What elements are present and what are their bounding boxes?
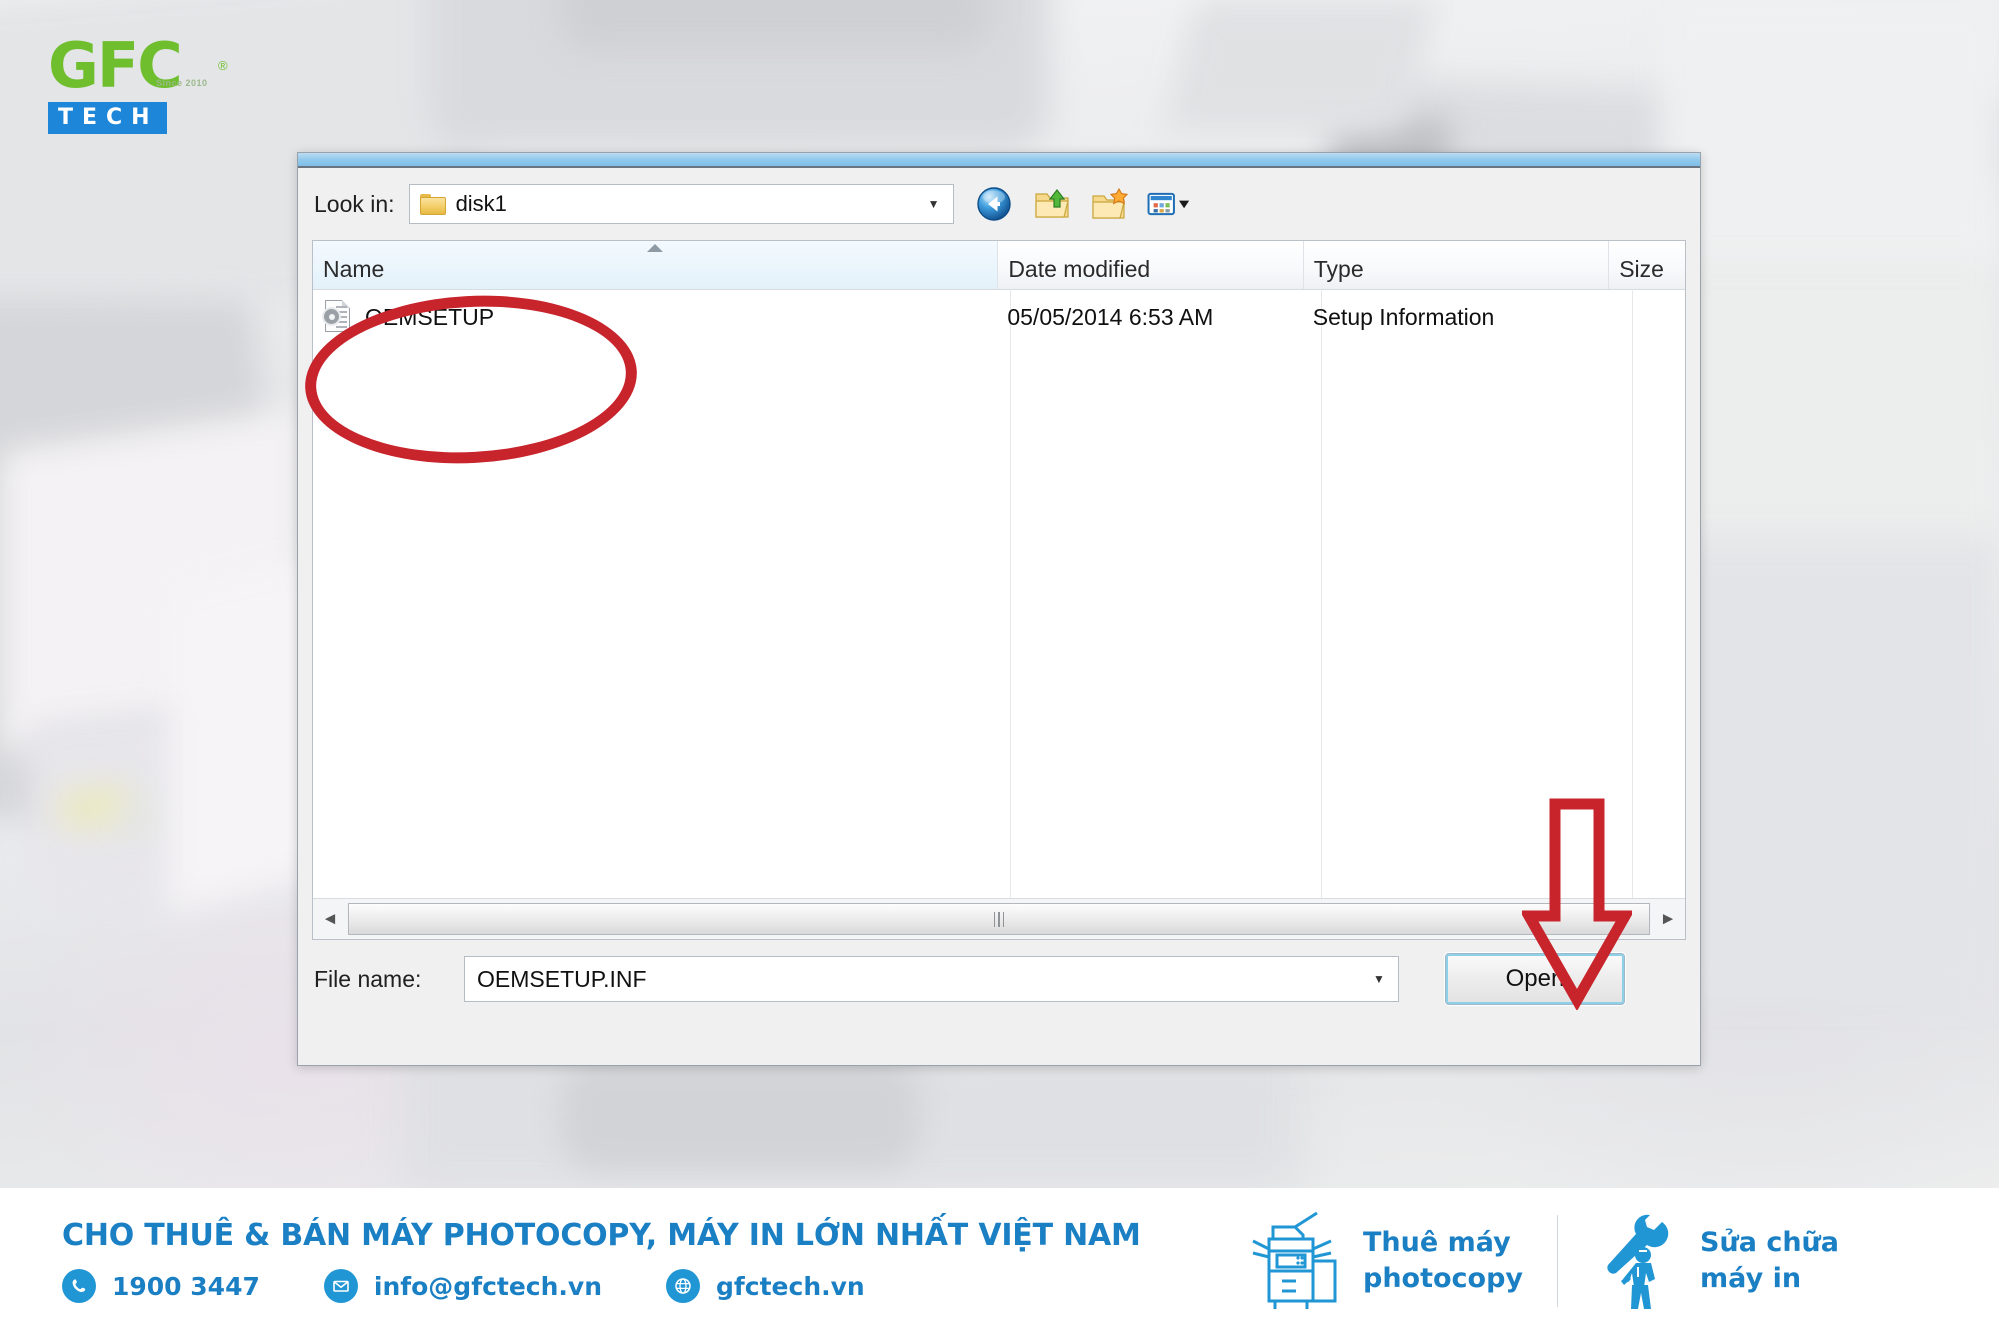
file-date-cell: 05/05/2014 6:53 AM [1007,303,1214,330]
look-in-combobox[interactable]: disk1 ▼ [408,184,954,224]
repair-technician-icon [1607,1214,1669,1309]
dialog-toolbar: Look in: disk1 ▼ [298,168,1700,240]
file-list-rows: OEMSETUP 05/05/2014 6:53 AM Setup Inform… [313,290,1685,344]
file-list-header: Name Date modified Type Size [313,241,1685,290]
phone-number: 1900 3447 [112,1271,260,1301]
site-footer: CHO THUÊ & BÁN MÁY PHOTOCOPY, MÁY IN LỚN… [0,1188,1999,1333]
service-repair-printer[interactable]: Sửa chữa máy in [1558,1209,1873,1313]
logo-sub-wordmark: TECH [48,102,167,134]
copier-icon [1252,1211,1337,1309]
sort-ascending-icon [647,244,664,252]
column-header-name-label: Name [323,256,385,282]
footer-left: CHO THUÊ & BÁN MÁY PHOTOCOPY, MÁY IN LỚN… [0,1218,1215,1303]
toolbar-buttons [972,183,1190,225]
service-repair-label: Sửa chữa máy in [1700,1226,1840,1294]
column-header-type[interactable]: Type [1302,241,1608,289]
email-address: info@gfctech.vn [373,1271,602,1301]
scrollbar-track[interactable] [347,903,1651,935]
file-name-label: File name: [314,965,422,992]
file-list[interactable]: Name Date modified Type Size OEMSETUP 05… [312,240,1686,940]
service-rent-photocopier[interactable]: Thuê máy photocopy [1215,1209,1557,1313]
scroll-right-icon[interactable]: ► [1651,900,1685,938]
globe-icon [666,1269,700,1303]
email-icon [323,1269,358,1303]
contact-website[interactable]: gfctech.vn [666,1269,865,1303]
footer-headline: CHO THUÊ & BÁN MÁY PHOTOCOPY, MÁY IN LỚN… [62,1218,1141,1253]
column-header-type-label: Type [1313,256,1364,282]
back-icon[interactable] [972,183,1016,225]
column-header-date-label: Date modified [1008,256,1151,282]
website-url: gfctech.vn [716,1271,865,1301]
footer-contacts: 1900 3447 info@gfctech.vn gfctech.vn [62,1269,1215,1303]
service-rent-label: Thuê máy photocopy [1363,1226,1524,1294]
gfc-tech-logo: GFC Since 2010 ® TECH [48,30,233,140]
file-name-combobox[interactable]: OEMSETUP.INF ▼ [464,956,1399,1002]
folder-icon [419,193,446,215]
setup-information-file-icon [323,300,353,334]
scroll-left-icon[interactable]: ◄ [313,900,347,938]
file-name-text: OEMSETUP [365,303,495,330]
look-in-label: Look in: [314,190,395,217]
horizontal-scrollbar[interactable]: ◄ ► [313,898,1685,939]
scrollbar-thumb[interactable] [348,903,1650,935]
chevron-down-icon[interactable]: ▼ [1364,972,1394,986]
table-row[interactable]: OEMSETUP 05/05/2014 6:53 AM Setup Inform… [313,290,1685,344]
open-button[interactable]: Open [1445,953,1625,1005]
contact-phone[interactable]: 1900 3447 [62,1269,260,1303]
column-header-size-label: Size [1619,256,1664,282]
file-name-input[interactable]: OEMSETUP.INF [477,966,1364,993]
column-header-date-modified[interactable]: Date modified [997,241,1302,289]
chevron-down-icon[interactable]: ▼ [919,197,949,211]
up-folder-icon[interactable] [1030,183,1074,225]
look-in-value: disk1 [455,191,507,216]
views-icon[interactable] [1146,183,1190,225]
new-folder-icon[interactable] [1088,183,1132,225]
file-type-cell: Setup Information [1312,303,1495,330]
dialog-footer: File name: OEMSETUP.INF ▼ Open [298,940,1700,1018]
phone-icon [62,1269,96,1303]
footer-services: Thuê máy photocopy Sửa chữa máy in [1215,1209,1999,1313]
dialog-title-bar[interactable] [298,153,1700,168]
logo-since-text: Since 2010 [156,78,208,88]
column-header-name[interactable]: Name [313,241,998,289]
logo-wordmark: GFC [48,29,183,102]
contact-email[interactable]: info@gfctech.vn [323,1269,602,1303]
registered-trademark-icon: ® [218,58,228,73]
open-file-dialog: Look in: disk1 ▼ Name Date modified Type… [297,152,1701,1066]
column-header-size[interactable]: Size [1608,241,1685,289]
file-name-cell: OEMSETUP [313,300,997,334]
